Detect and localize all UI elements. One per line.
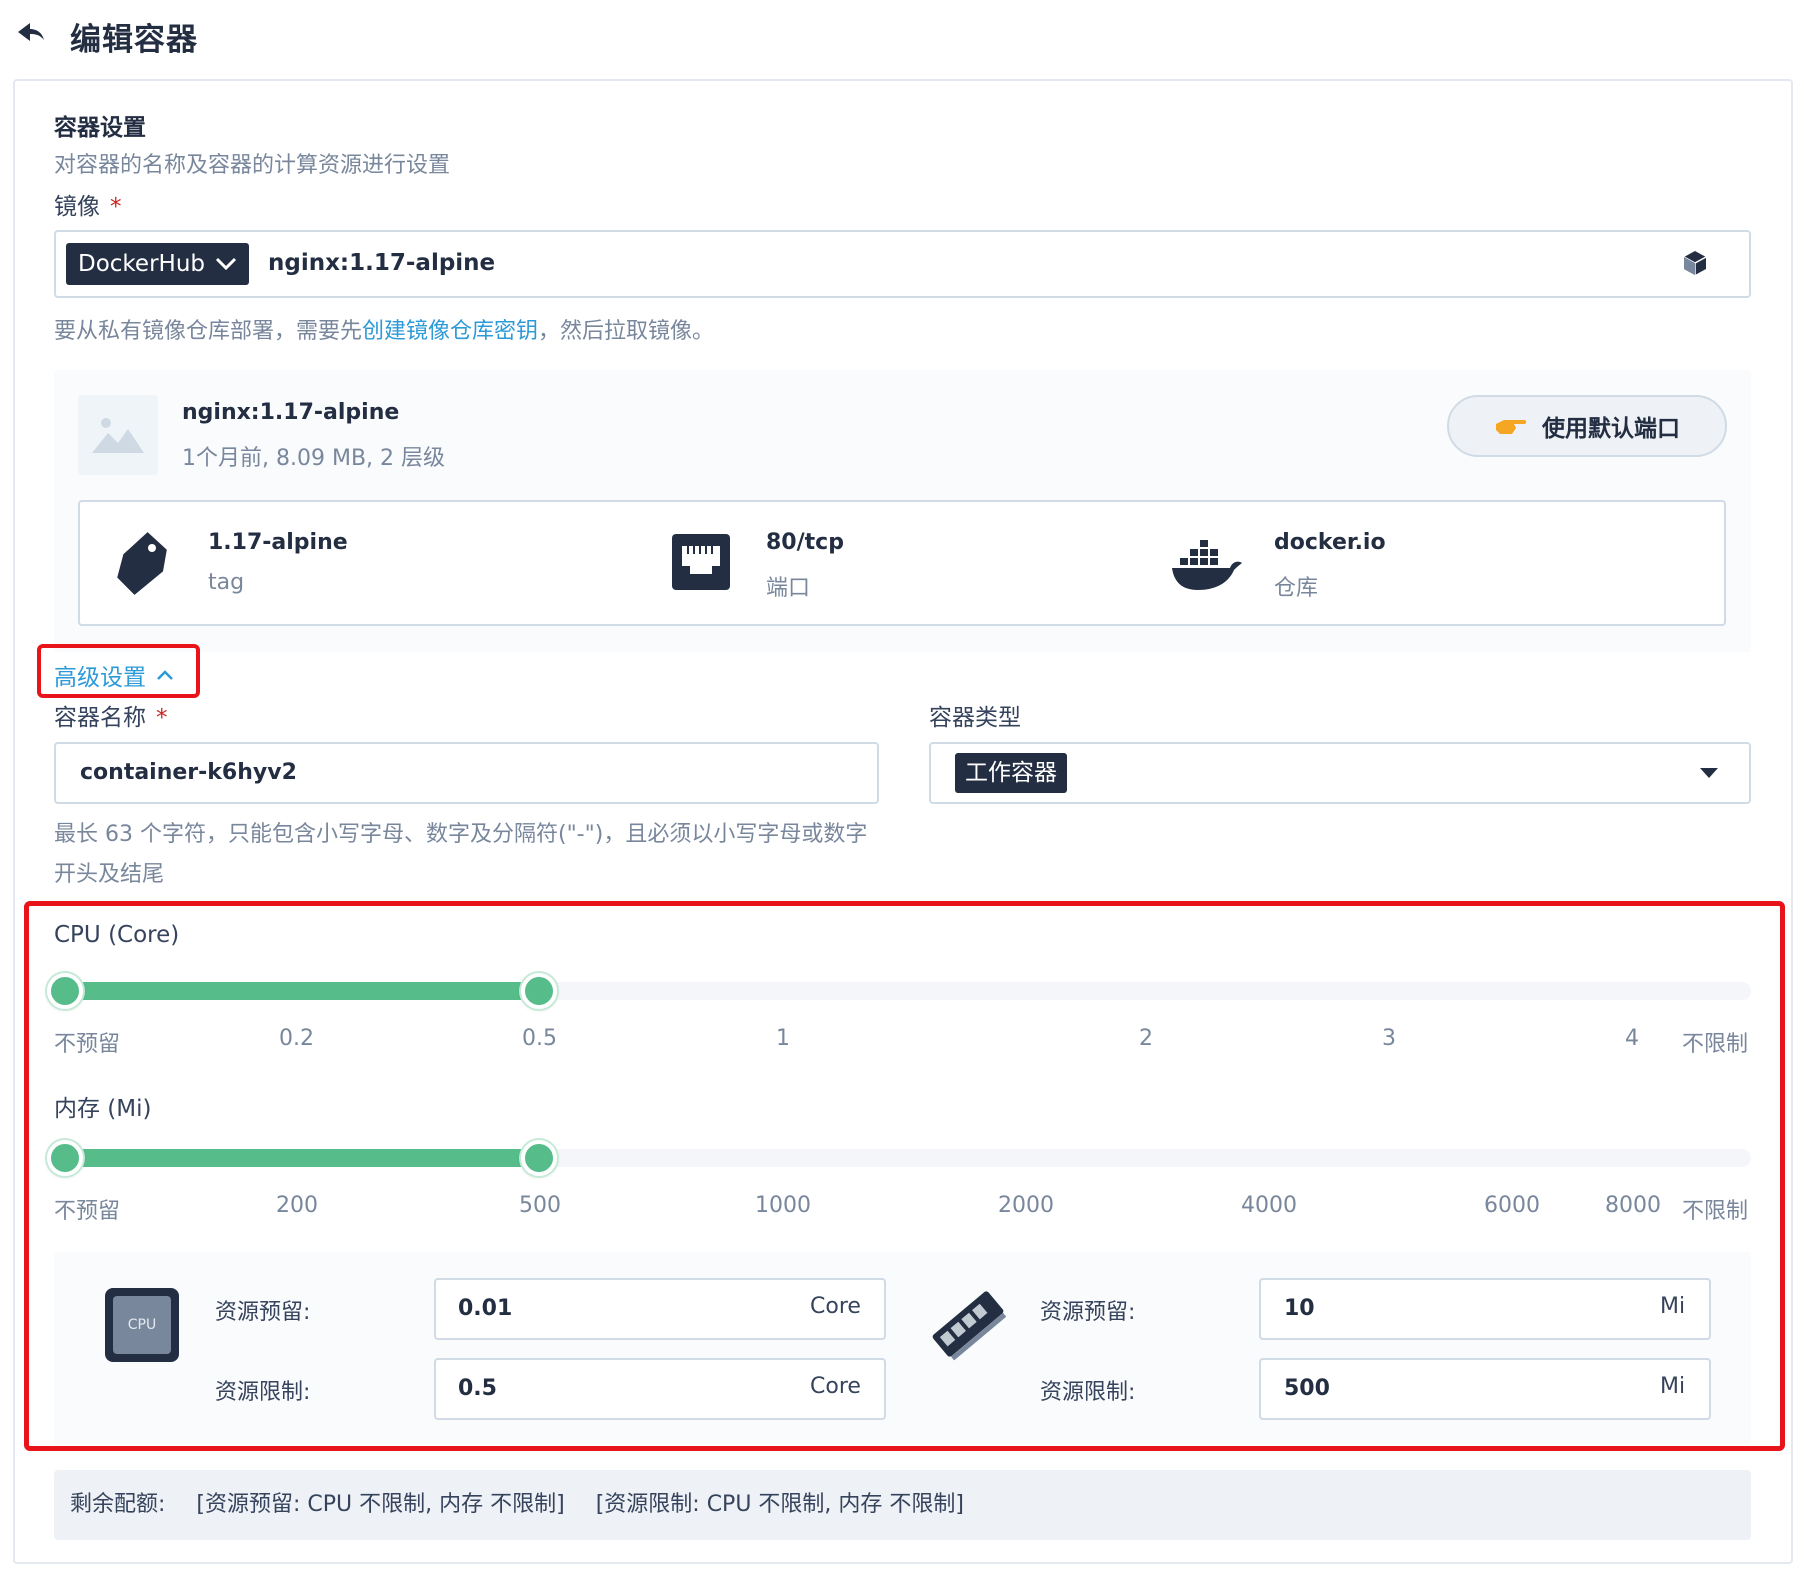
memory-tick: 6000 [1484,1193,1540,1218]
cpu-slider-handle-min[interactable] [47,973,83,1009]
cpu-tick: 不预留 [54,1032,121,1057]
memory-tick: 8000 [1605,1193,1661,1218]
memory-tick: 1000 [755,1193,811,1218]
remaining-quota: 剩余配额: [资源预留: CPU 不限制, 内存 不限制] [资源限制: CPU… [54,1470,1751,1540]
memory-request-value: 10 [1284,1296,1315,1321]
repository-value: docker.io [1274,530,1386,555]
cpu-tick: 0.5 [522,1026,557,1051]
container-type-value: 工作容器 [955,753,1067,793]
cpu-request-label: 资源预留: [215,1300,311,1325]
tag-label: tag [208,570,245,595]
memory-request-input[interactable] [1259,1278,1711,1340]
memory-request-unit: Mi [1660,1294,1686,1319]
container-name-hint: 最长 63 个字符，只能包含小写字母、数字及分隔符("-")，且必须以小写字母或… [54,822,868,887]
back-arrow-icon[interactable] [14,18,46,50]
container-name-label: 容器名称 * [54,705,168,731]
container-type-label: 容器类型 [929,705,1021,731]
memory-slider-handle-max[interactable] [521,1140,557,1176]
memory-limit-unit: Mi [1660,1374,1686,1399]
cpu-tick: 4 [1625,1026,1639,1051]
image-placeholder-icon [78,395,158,475]
cpu-tick: 不限制 [1682,1032,1749,1057]
cpu-tick: 3 [1382,1026,1396,1051]
highlight-box-advanced [37,644,200,698]
image-label: 镜像 * [54,194,122,220]
cpu-chip-icon: CPU [105,1288,179,1362]
port-label: 端口 [766,576,811,601]
quota-requests: [资源预留: CPU 不限制, 内存 不限制] [196,1492,565,1517]
port-value: 80/tcp [766,530,844,555]
memory-tick: 200 [276,1193,318,1218]
memory-tick: 2000 [998,1193,1054,1218]
memory-tick: 不预留 [54,1199,121,1224]
cube-icon[interactable] [1680,248,1710,278]
create-secret-link[interactable]: 创建镜像仓库密钥 [362,319,538,344]
image-name: nginx:1.17-alpine [182,400,400,425]
cpu-limit-value: 0.5 [458,1376,497,1401]
quota-label: 剩余配额: [70,1492,166,1517]
cpu-slider-fill [54,982,540,1000]
registry-dropdown[interactable]: DockerHub [66,243,250,285]
use-default-ports-button[interactable]: 使用默认端口 [1447,395,1727,457]
memory-limit-label: 资源限制: [1040,1380,1136,1405]
ethernet-port-icon [672,534,730,590]
memory-slider-fill [54,1149,540,1167]
container-name-value: container-k6hyv2 [80,760,297,785]
image-value: nginx:1.17-alpine [268,250,496,276]
tag-icon [117,532,167,595]
quota-limits: [资源限制: CPU 不限制, 内存 不限制] [595,1492,964,1517]
memory-request-label: 资源预留: [1040,1300,1136,1325]
image-hint: 要从私有镜像仓库部署，需要先创建镜像仓库密钥，然后拉取镜像。 [54,319,715,344]
section-description: 对容器的名称及容器的计算资源进行设置 [54,153,451,178]
cpu-limit-unit: Core [810,1374,861,1399]
memory-module-icon [932,1291,1007,1361]
cpu-slider-label: CPU (Core) [54,922,180,948]
cpu-slider-handle-max[interactable] [521,973,557,1009]
memory-tick: 4000 [1241,1193,1297,1218]
caret-down-icon[interactable] [1700,768,1718,778]
tag-value: 1.17-alpine [208,530,348,555]
docker-icon [1172,540,1242,590]
memory-tick: 500 [519,1193,561,1218]
cpu-request-unit: Core [810,1294,861,1319]
image-meta: 1个月前, 8.09 MB, 2 层级 [182,446,446,471]
section-title: 容器设置 [54,115,146,141]
repository-label: 仓库 [1274,576,1319,601]
image-info-box [78,500,1726,626]
memory-tick: 不限制 [1682,1199,1749,1224]
memory-slider-label: 内存 (Mi) [54,1096,152,1122]
memory-limit-value: 500 [1284,1376,1330,1401]
memory-slider-handle-min[interactable] [47,1140,83,1176]
cpu-tick: 2 [1139,1026,1153,1051]
cpu-limit-label: 资源限制: [215,1380,311,1405]
cpu-tick: 0.2 [279,1026,314,1051]
cpu-request-value: 0.01 [458,1296,513,1321]
page-title: 编辑容器 [70,22,198,58]
chevron-down-icon [215,257,237,271]
cpu-tick: 1 [776,1026,790,1051]
pointing-hand-icon [1496,420,1527,434]
